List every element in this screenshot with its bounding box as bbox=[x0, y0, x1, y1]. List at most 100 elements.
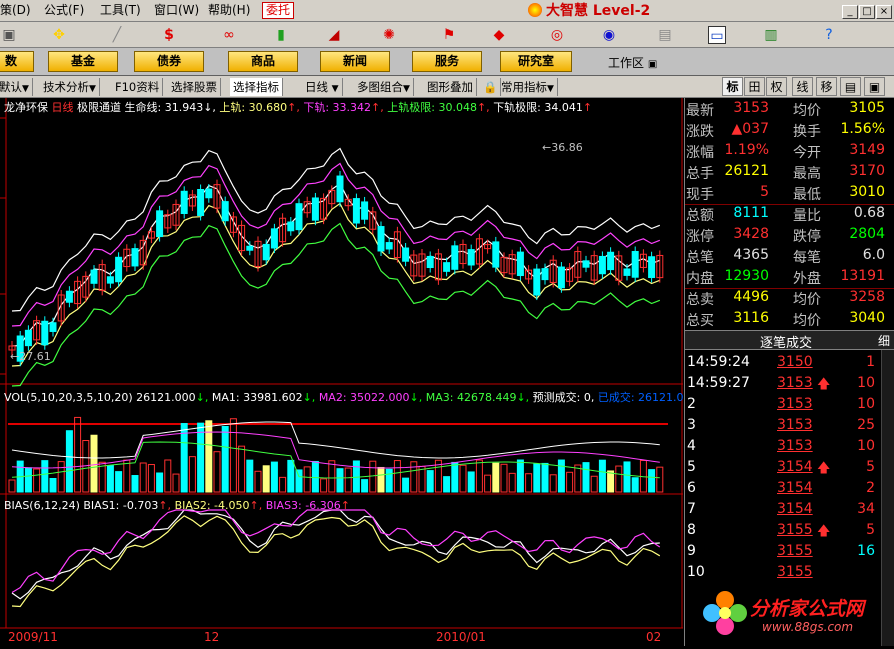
nav-shu[interactable]: 数 bbox=[0, 51, 34, 72]
date-12: 12 bbox=[204, 630, 220, 644]
nav-fund[interactable]: 基金 bbox=[48, 51, 118, 72]
tick-volume: 25 bbox=[857, 417, 875, 433]
candle bbox=[287, 221, 295, 232]
volume-bar bbox=[65, 430, 73, 493]
volume-bar bbox=[648, 469, 656, 493]
watermark-url: www.88gs.com bbox=[762, 620, 854, 634]
close-button[interactable]: × bbox=[876, 5, 892, 19]
tab-overlay[interactable]: 图形叠加 bbox=[424, 78, 477, 96]
quote-row: 总笔 4365 每笔 6.0 bbox=[685, 247, 894, 268]
kline-chart-area[interactable]: ←36.86 ←27.61 龙净环保 日线 极限通道 生命线: 31.943↓,… bbox=[0, 98, 691, 646]
chart-svg[interactable]: ←36.86 ←27.61 bbox=[0, 98, 683, 646]
nav-research[interactable]: 研究室 bbox=[500, 51, 572, 72]
volume-bar bbox=[516, 459, 524, 493]
rtab-xian[interactable]: 线 bbox=[792, 77, 813, 96]
tab-default[interactable]: 默认▼ bbox=[0, 78, 33, 96]
window-controls: _ □ × bbox=[841, 3, 892, 19]
quote-value: 4365 bbox=[733, 247, 769, 263]
trade-button[interactable]: 委托 bbox=[262, 2, 295, 19]
bars-icon[interactable]: ▮ bbox=[272, 26, 290, 44]
tick-volume: 2 bbox=[866, 480, 875, 496]
rtab-quan[interactable]: 权 bbox=[766, 77, 787, 96]
rtab-biao[interactable]: 标 bbox=[722, 77, 743, 96]
workarea-label[interactable]: 工作区 ▣ bbox=[608, 54, 657, 71]
maximize-button[interactable]: □ bbox=[859, 5, 875, 19]
tick-row: 14:59:24 3150 1 bbox=[685, 354, 881, 374]
ruler-icon[interactable]: ╱ bbox=[108, 26, 126, 44]
document-icon[interactable]: ▤ bbox=[656, 26, 674, 44]
menu-help[interactable]: 帮助(H) bbox=[208, 2, 250, 19]
quote-label: 每笔 bbox=[793, 250, 821, 266]
tick-price: 3154 bbox=[777, 501, 813, 517]
analysis-tabbar: 默认▼ 技术分析▼ F10资料 选择股票 选择指标 日线 ▼ 多图组合▼ 图形叠… bbox=[0, 76, 894, 98]
candle bbox=[65, 290, 73, 303]
books-icon[interactable]: ▥ bbox=[762, 26, 780, 44]
menu-window[interactable]: 窗口(W) bbox=[154, 2, 199, 19]
nav-bond[interactable]: 债券 bbox=[134, 51, 204, 72]
tab-technical[interactable]: 技术分析▼ bbox=[40, 78, 100, 96]
volume-bar bbox=[557, 459, 565, 493]
nav-service[interactable]: 服务 bbox=[412, 51, 482, 72]
tab-pick-indicator[interactable]: 选择指标 bbox=[230, 78, 283, 96]
quote-panel: 最新 3153 均价 3105 涨跌 ▲037 换手 1.56% 涨幅 1.19% 今开 3149 总手… bbox=[684, 98, 894, 646]
watermark-text: 分析家公式网 bbox=[750, 598, 865, 620]
quote-row: 最新 3153 均价 3105 bbox=[685, 100, 894, 121]
quote-label: 总额 bbox=[686, 208, 714, 224]
compass-icon[interactable]: ◎ bbox=[548, 26, 566, 44]
vol-ma1: MA1: 33981.602 bbox=[211, 391, 303, 404]
menu-strategy[interactable]: 策(D) bbox=[0, 2, 31, 19]
minimize-button[interactable]: _ bbox=[842, 5, 858, 19]
candle bbox=[270, 228, 278, 249]
quote-label: 外盘 bbox=[793, 271, 821, 287]
glasses-icon[interactable]: ∞ bbox=[220, 26, 238, 44]
globe-icon[interactable]: ◉ bbox=[600, 26, 618, 44]
up-arrow-icon: 🡅 bbox=[817, 377, 831, 392]
indicator-header: 龙净环保 日线 极限通道 生命线: 31.943↓, 上轨: 30.680↑, … bbox=[4, 101, 593, 114]
quote-value: 13191 bbox=[840, 268, 885, 284]
nav-news[interactable]: 新闻 bbox=[320, 51, 390, 72]
screen-icon[interactable]: ▭ bbox=[708, 26, 726, 44]
up-arrow-icon: 🡅 bbox=[817, 524, 831, 539]
tab-multi-chart[interactable]: 多图组合▼ bbox=[354, 78, 414, 96]
nav-commodity[interactable]: 商品 bbox=[228, 51, 298, 72]
upper-limit-value: 上轨极限: 30.048 bbox=[387, 101, 477, 114]
quote-value: 2804 bbox=[849, 226, 885, 242]
detail-icon[interactable]: ▤ bbox=[840, 77, 861, 96]
rocket-icon[interactable]: ◢ bbox=[325, 26, 343, 44]
candle bbox=[607, 251, 615, 271]
candle bbox=[205, 188, 213, 199]
quote-label: 换手 bbox=[793, 124, 821, 140]
tab-f10[interactable]: F10资料 bbox=[112, 78, 164, 96]
menu-formula[interactable]: 公式(F) bbox=[44, 2, 84, 19]
diamond-icon[interactable]: ◆ bbox=[490, 26, 508, 44]
tab-pick-stock[interactable]: 选择股票 bbox=[168, 78, 221, 96]
tick-detail-toggle[interactable]: 细 bbox=[875, 332, 893, 349]
volume-bar bbox=[262, 465, 270, 493]
vol-title: VOL(5,10,20,3,5,10,20) bbox=[4, 391, 133, 404]
tick-price: 3155 bbox=[777, 543, 813, 559]
quote-value: 4496 bbox=[733, 289, 769, 305]
candle bbox=[541, 268, 549, 281]
help-cursor-icon[interactable]: ? bbox=[820, 26, 838, 44]
move-icon[interactable]: ✥ bbox=[50, 26, 68, 44]
tick-row: 9 3155 16 bbox=[685, 543, 881, 563]
candle bbox=[377, 226, 385, 252]
menu-tools[interactable]: 工具(T) bbox=[100, 2, 141, 19]
dollar-icon[interactable]: $ bbox=[160, 26, 178, 44]
tab-common-indicator[interactable]: 常用指标▼ bbox=[498, 78, 558, 96]
tab-period[interactable]: 日线 ▼ bbox=[302, 78, 343, 96]
quote-row: 涨跌 ▲037 换手 1.56% bbox=[685, 121, 894, 142]
quote-value: 3116 bbox=[733, 310, 769, 326]
rtab-yi[interactable]: 移 bbox=[816, 77, 837, 96]
rtab-tian[interactable]: 田 bbox=[744, 77, 765, 96]
signal-icon[interactable]: ✺ bbox=[380, 26, 398, 44]
candle bbox=[221, 201, 229, 222]
up-arrow-icon: 🡅 bbox=[817, 461, 831, 476]
candle bbox=[49, 322, 57, 332]
tick-price: 3155 bbox=[777, 564, 813, 580]
quote-value: 3040 bbox=[849, 310, 885, 326]
flag-icon[interactable]: ⚑ bbox=[440, 26, 458, 44]
window-icon[interactable]: ▣ bbox=[0, 26, 18, 44]
layout-icon[interactable]: ▣ bbox=[864, 77, 885, 96]
tick-row: 4 3153 10 bbox=[685, 438, 881, 458]
